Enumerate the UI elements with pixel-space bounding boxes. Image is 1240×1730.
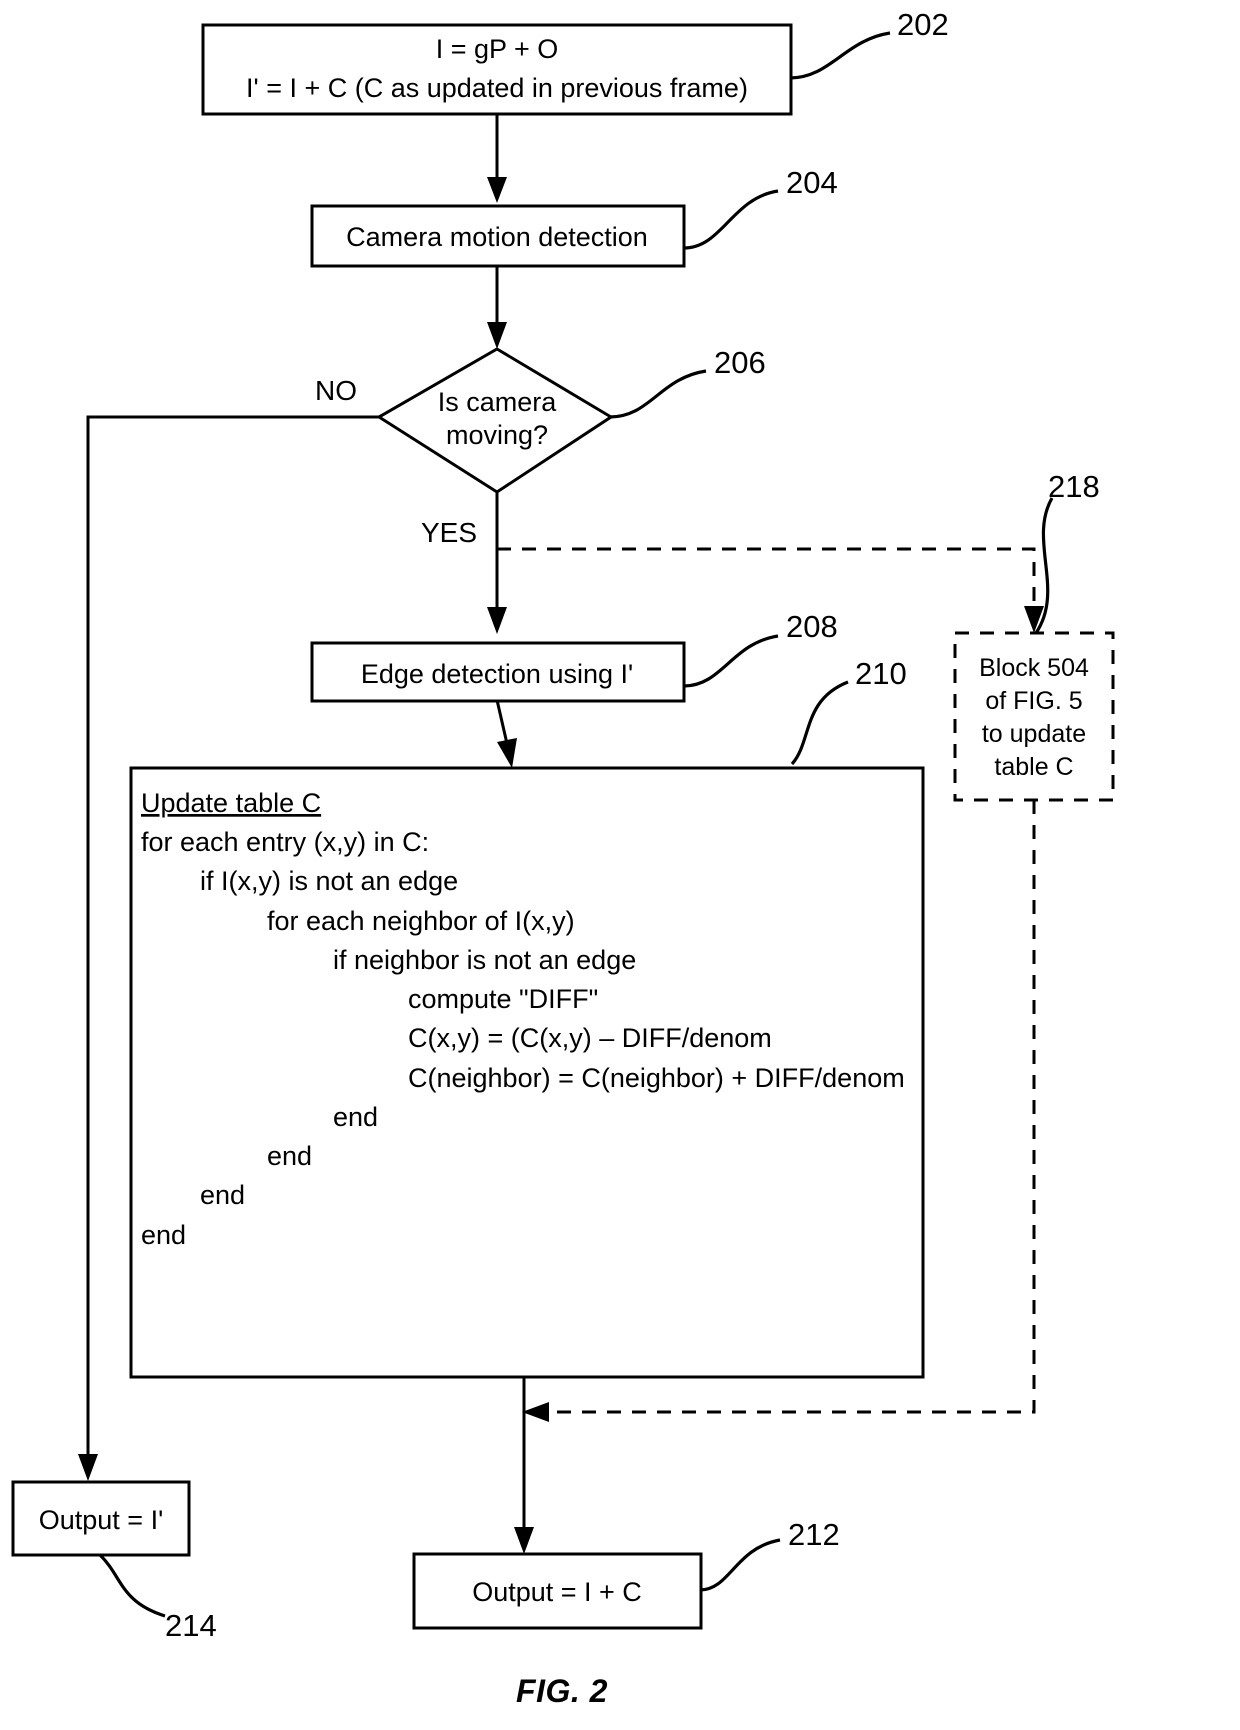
block-504-line-0: Block 504 [979,654,1089,682]
code-line-10: end [141,1220,186,1250]
edge-detection-label: Edge detection using I' [361,659,633,689]
code-line-2: for each neighbor of I(x,y) [267,906,575,936]
start-box-line-2: I' = I + C (C as updated in previous fra… [246,73,748,103]
block-504-line-2: to update [982,720,1086,748]
decision-line-1: Is camera [438,387,558,417]
code-line-6: C(neighbor) = C(neighbor) + DIFF/denom [408,1063,905,1093]
ref-numeral-208: 208 [786,609,838,644]
patent-figure-2: I = gP + O I' = I + C (C as updated in p… [0,0,1240,1730]
ref-numeral-214: 214 [165,1608,217,1643]
output-ic-label: Output = I + C [472,1577,642,1607]
code-line-4: compute "DIFF" [408,984,598,1014]
ref-numeral-218: 218 [1048,469,1100,504]
branch-label-no: NO [315,375,357,406]
ref-numeral-210: 210 [855,656,907,691]
block-504-line-3: table C [994,753,1073,781]
update-table-title: Update table C [141,788,321,818]
flowchart-text-layer: I = gP + O I' = I + C (C as updated in p… [39,7,1100,1709]
code-line-0: for each entry (x,y) in C: [141,827,429,857]
figure-caption: FIG. 2 [516,1673,608,1709]
ref-numeral-202: 202 [897,7,949,42]
output-iprime-label: Output = I' [39,1505,163,1535]
decision-line-2: moving? [446,420,548,450]
camera-motion-label: Camera motion detection [346,222,648,252]
code-line-8: end [267,1141,312,1171]
code-line-3: if neighbor is not an edge [333,945,636,975]
block-504-line-1: of FIG. 5 [985,687,1082,715]
ref-numeral-204: 204 [786,165,838,200]
start-box-line-1: I = gP + O [436,34,559,64]
code-line-9: end [200,1180,245,1210]
ref-numeral-206: 206 [714,345,766,380]
ref-numeral-212: 212 [788,1517,840,1552]
code-line-1: if I(x,y) is not an edge [200,866,458,896]
code-line-7: end [333,1102,378,1132]
code-line-5: C(x,y) = (C(x,y) – DIFF/denom [408,1023,772,1053]
branch-label-yes: YES [421,517,477,548]
